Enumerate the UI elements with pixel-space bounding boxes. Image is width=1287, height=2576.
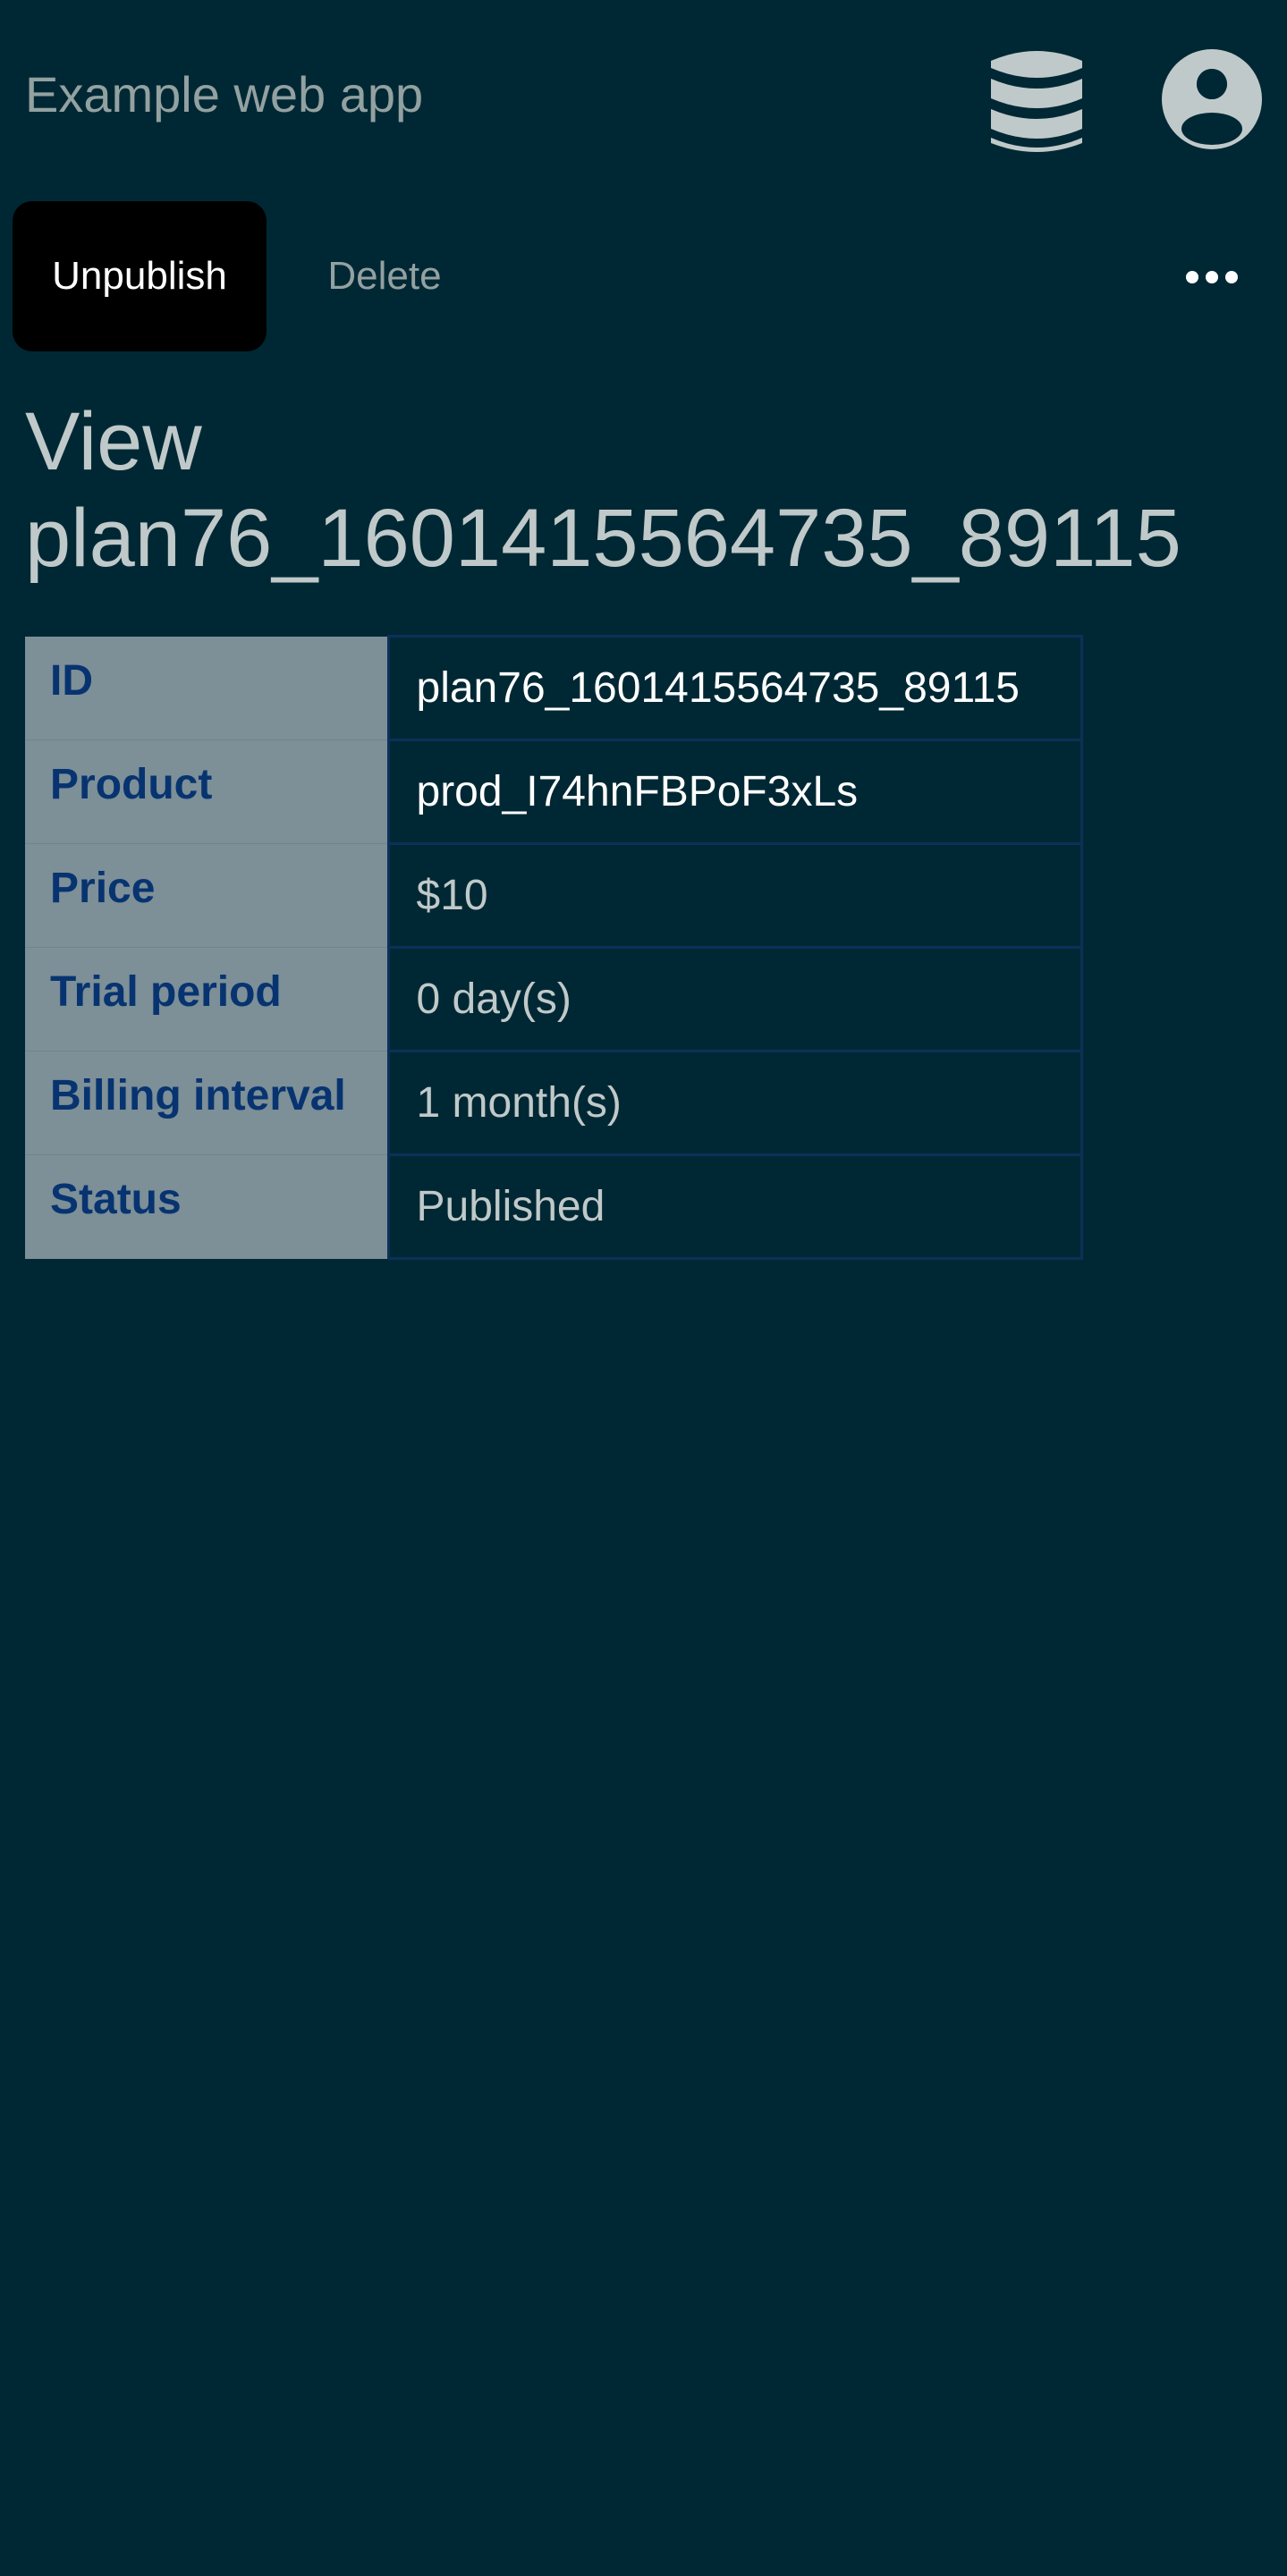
row-value-billing-interval: 1 month(s) <box>386 1050 1083 1156</box>
row-value-trial-period: 0 day(s) <box>386 946 1083 1052</box>
plan-details-table: ID plan76_1601415564735_89115 Product pr… <box>25 635 1083 1260</box>
more-horizontal-icon <box>1186 271 1238 283</box>
row-value-product-link[interactable]: prod_I74hnFBPoF3xLs <box>386 739 1083 845</box>
row-value-price: $10 <box>386 842 1083 949</box>
delete-button[interactable]: Delete <box>295 201 474 351</box>
app-title[interactable]: Example web app <box>25 63 423 127</box>
table-row: Billing interval 1 month(s) <box>25 1050 1083 1156</box>
unpublish-button[interactable]: Unpublish <box>13 201 267 351</box>
account-circle-icon <box>1162 49 1262 149</box>
row-value-id: plan76_1601415564735_89115 <box>386 635 1083 741</box>
table-row: ID plan76_1601415564735_89115 <box>25 635 1083 741</box>
page-title: View plan76_1601415564735_89115 <box>25 396 1181 584</box>
database-icon <box>991 51 1082 152</box>
database-button[interactable] <box>982 43 1091 157</box>
row-label-trial-period: Trial period <box>25 947 388 1052</box>
account-button[interactable] <box>1159 46 1265 152</box>
table-row: Product prod_I74hnFBPoF3xLs <box>25 739 1083 845</box>
app-header: Example web app <box>0 0 1287 192</box>
row-label-billing-interval: Billing interval <box>25 1051 388 1155</box>
row-label-status: Status <box>25 1154 388 1259</box>
table-row: Price $10 <box>25 842 1083 949</box>
table-row: Trial period 0 day(s) <box>25 946 1083 1052</box>
row-label-id: ID <box>25 636 388 740</box>
more-actions-button[interactable] <box>1163 228 1261 326</box>
row-value-status: Published <box>386 1153 1083 1260</box>
table-row: Status Published <box>25 1153 1083 1260</box>
row-label-product: Product <box>25 739 388 844</box>
action-toolbar: Unpublish Delete <box>0 192 1287 362</box>
row-label-price: Price <box>25 843 388 948</box>
app-root: Example web app Unpublish Delete View pl… <box>0 0 1287 2576</box>
